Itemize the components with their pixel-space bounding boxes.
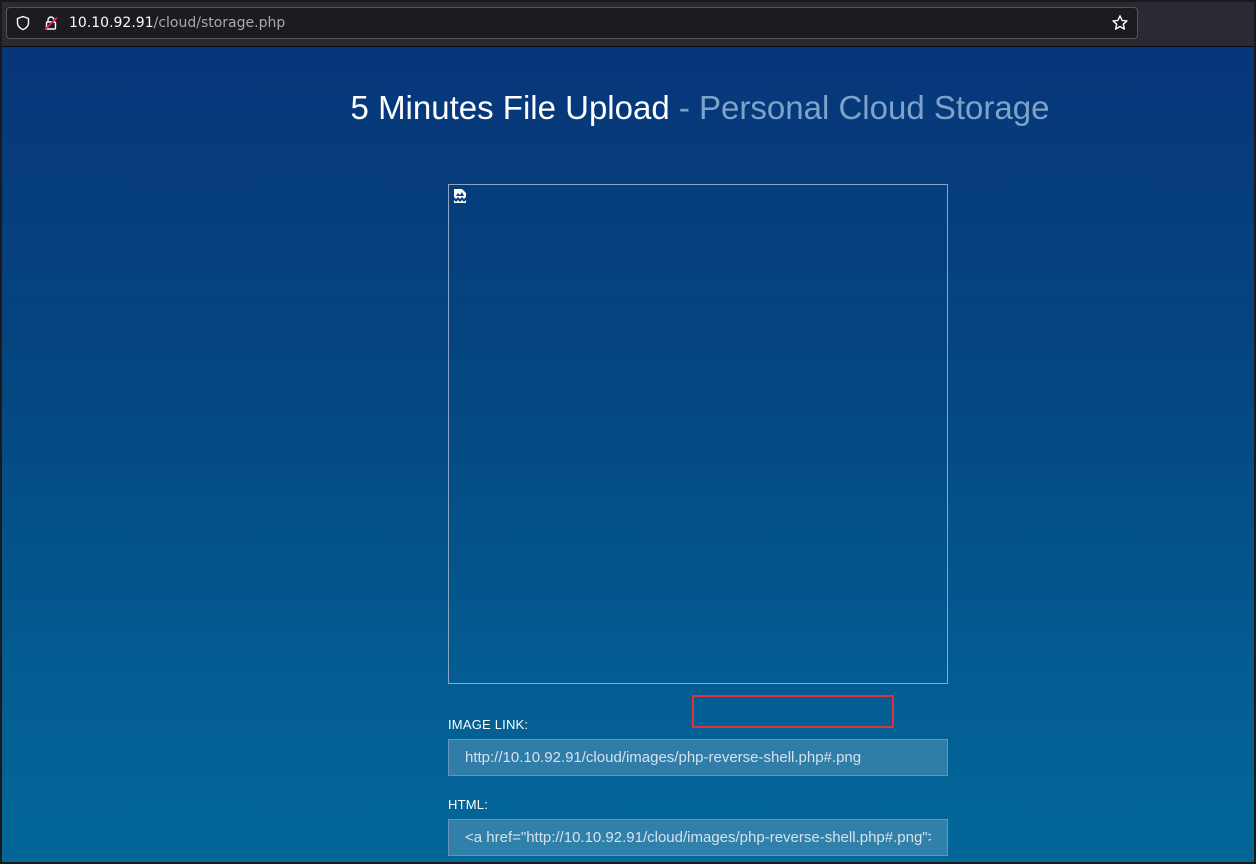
bookmark-star-icon[interactable] [1111,14,1129,32]
image-link-field[interactable] [448,739,948,776]
html-code-label: HTML: [448,797,488,812]
address-bar[interactable]: 10.10.92.91/cloud/storage.php [6,7,1138,39]
insecure-lock-icon[interactable] [43,15,59,31]
image-link-label: IMAGE LINK: [448,717,529,732]
browser-toolbar: 10.10.92.91/cloud/storage.php [2,2,1254,47]
url-text[interactable]: 10.10.92.91/cloud/storage.php [69,8,285,38]
title-main: 5 Minutes File Upload [350,89,670,126]
shield-icon[interactable] [15,15,31,31]
page-content: 5 Minutes File Upload - Personal Cloud S… [2,47,1254,862]
browser-window: 10.10.92.91/cloud/storage.php 5 Minutes … [0,0,1256,864]
page-title: 5 Minutes File Upload - Personal Cloud S… [2,89,1254,127]
html-code-field[interactable] [448,819,948,856]
image-preview [448,184,948,684]
url-host: 10.10.92.91 [69,15,154,31]
url-path: /cloud/storage.php [153,15,286,31]
title-separator: - [678,89,690,126]
title-subtitle: Personal Cloud Storage [699,89,1050,126]
broken-image-icon [454,189,466,203]
